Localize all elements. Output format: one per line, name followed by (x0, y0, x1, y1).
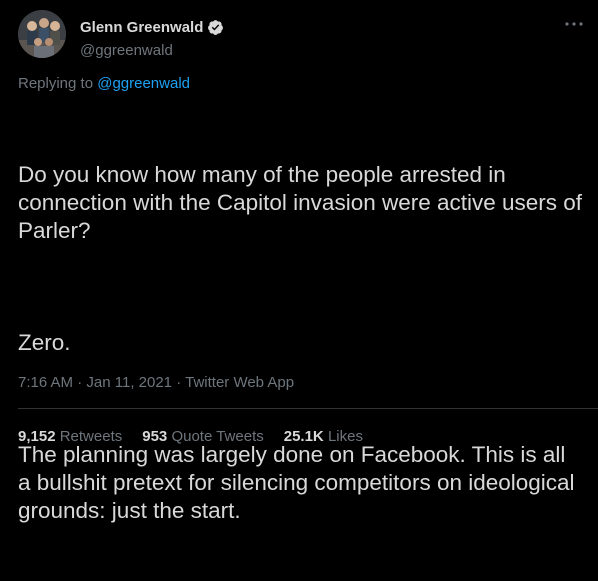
likes-stat[interactable]: 25.1K Likes (284, 428, 363, 445)
replying-to-handle-link[interactable]: @ggreenwald (97, 75, 190, 92)
display-name[interactable]: Glenn Greenwald (80, 19, 203, 36)
tweet-paragraph: Do you know how many of the people arres… (18, 162, 589, 243)
tweet-date-link[interactable]: Jan 11, 2021 (86, 374, 172, 391)
engagement-stats: 9,152 Retweets 953 Quote Tweets 25.1K Li… (18, 428, 363, 445)
tweet-source-link[interactable]: Twitter Web App (185, 374, 294, 391)
likes-count: 25.1K (283, 428, 324, 445)
replying-to-label: Replying to (18, 75, 94, 92)
verified-badge-icon (207, 19, 224, 36)
avatar[interactable] (18, 10, 66, 58)
retweets-stat[interactable]: 9,152 Retweets (18, 428, 122, 445)
quote-tweets-count: 953 (142, 428, 168, 445)
tweet-header: Glenn Greenwald @ggreenwald (18, 10, 586, 62)
meta-separator: · (77, 374, 87, 391)
tweet-metadata: 7:16 AM · Jan 11, 2021 · Twitter Web App (18, 374, 294, 391)
tweet-paragraph: Zero. (18, 330, 71, 355)
author-handle[interactable]: @ggreenwald (80, 42, 173, 59)
tweet-time-link[interactable]: 7:16 AM (18, 374, 73, 391)
retweets-count: 9,152 (18, 428, 56, 445)
name-row: Glenn Greenwald (80, 19, 224, 36)
more-options-icon[interactable] (562, 14, 586, 34)
divider (18, 408, 598, 409)
avatar-image (18, 10, 66, 58)
replying-to: Replying to @ggreenwald (18, 75, 190, 92)
tweet: Glenn Greenwald @ggreenwald Replying to … (0, 0, 598, 523)
tweet-text: Do you know how many of the people arres… (18, 105, 584, 581)
tweet-paragraph: The planning was largely done on Faceboo… (18, 442, 581, 523)
quote-tweets-label: Quote Tweets (171, 428, 264, 445)
retweets-label: Retweets (59, 428, 123, 445)
likes-label: Likes (327, 428, 363, 445)
meta-separator: · (176, 374, 186, 391)
quote-tweets-stat[interactable]: 953 Quote Tweets (142, 428, 263, 445)
